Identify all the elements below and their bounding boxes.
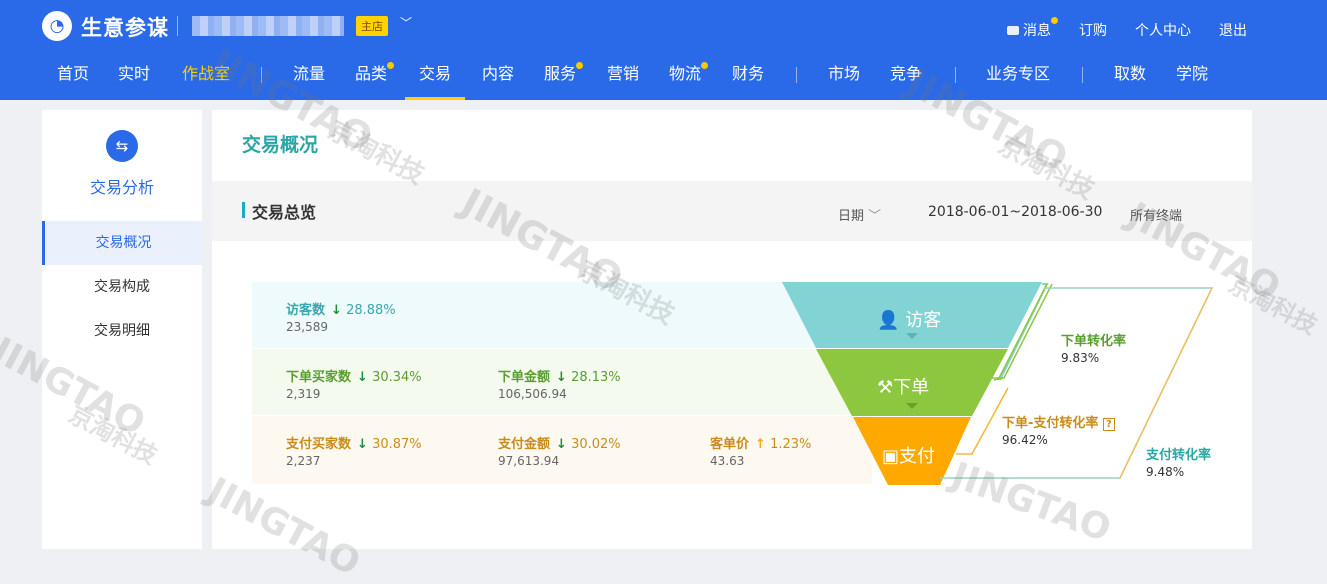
- overview-header-bar: 交易总览 日期 ﹀ 2018-06-01~2018-06-30 所有终端: [212, 181, 1252, 241]
- notification-dot: [1051, 17, 1058, 24]
- nav-transaction[interactable]: 交易: [404, 60, 466, 100]
- nav-war-room[interactable]: 作战室: [182, 60, 230, 88]
- sidebar-item-composition[interactable]: 交易构成: [42, 265, 202, 309]
- order-row: 下单买家数 ↓ 30.34% 2,319 下单金额 ↓ 28.13% 106,506…: [252, 349, 872, 415]
- metric-visitors[interactable]: 访客数 ↓ 28.88% 23,589: [286, 299, 396, 334]
- arrow-down-icon: ↓: [331, 303, 342, 318]
- arrow-up-icon: ↑: [755, 437, 766, 452]
- messages-link[interactable]: 消息: [1007, 17, 1058, 40]
- arrow-down-icon: ↓: [556, 437, 567, 452]
- compass-logo-icon[interactable]: ◔: [42, 11, 72, 41]
- arrow-down-icon: ↓: [357, 437, 368, 452]
- arrow-down-icon: ↓: [357, 370, 368, 385]
- metric-pay-buyers[interactable]: 支付买家数 ↓ 30.87% 2,237: [286, 433, 422, 468]
- nav-content[interactable]: 内容: [482, 60, 514, 88]
- payment-row: 支付买家数 ↓ 30.87% 2,237 支付金额 ↓ 30.02% 97,613.…: [252, 416, 872, 484]
- help-icon[interactable]: ?: [1102, 418, 1115, 431]
- main-store-badge: 主店: [356, 16, 388, 36]
- chevron-down-icon[interactable]: ﹀: [400, 14, 412, 31]
- wallet-icon: ▣: [882, 446, 900, 467]
- top-header: ◔ 生意参谋 主店 ﹀ 消息 订购 个人中心 退出 首页 实时 作战室 流量 品…: [0, 0, 1327, 100]
- nav-divider: [261, 67, 262, 83]
- nav-competition[interactable]: 竞争: [890, 60, 922, 88]
- nav-marketing[interactable]: 营销: [607, 60, 639, 88]
- sidebar: ⇆ 交易分析 交易概况 交易构成 交易明细: [42, 110, 202, 549]
- section-title: 交易总览: [252, 203, 317, 222]
- main-content: 交易概况 交易总览 日期 ﹀ 2018-06-01~2018-06-30 所有终…: [212, 110, 1252, 549]
- notification-dot: [387, 62, 395, 69]
- nav-academy[interactable]: 学院: [1176, 60, 1208, 88]
- logout-link[interactable]: 退出: [1219, 20, 1247, 40]
- sidebar-title: 交易分析: [89, 178, 154, 197]
- visitor-row: 访客数 ↓ 28.88% 23,589: [252, 282, 872, 348]
- header-right-links: 消息 订购 个人中心 退出: [1007, 17, 1247, 40]
- nav-service[interactable]: 服务: [544, 60, 584, 88]
- user-icon: 👤: [877, 310, 900, 331]
- subscribe-link[interactable]: 订购: [1079, 20, 1107, 40]
- order-pay-conversion-rate: 下单-支付转化率 ? 96.42%: [1002, 412, 1115, 447]
- payment-conversion-rate: 支付转化率 9.48%: [1146, 448, 1212, 479]
- sidebar-item-overview[interactable]: 交易概况: [42, 221, 202, 265]
- nav-home[interactable]: 首页: [57, 60, 89, 88]
- date-range-value: 2018-06-01~2018-06-30: [928, 204, 1103, 220]
- order-conversion-rate: 下单转化率 9.83%: [1061, 334, 1127, 365]
- notification-dot: [576, 62, 584, 69]
- notification-dot: [701, 62, 709, 69]
- message-icon: [1007, 26, 1019, 35]
- funnel-stage-visitor-label: 👤 访客: [877, 310, 942, 331]
- section-marker: [242, 202, 245, 218]
- terminal-selector[interactable]: 所有终端: [1130, 205, 1182, 224]
- funnel-stage-order-label: ⚒下单: [877, 377, 930, 398]
- nav-finance[interactable]: 财务: [732, 60, 764, 88]
- nav-realtime[interactable]: 实时: [118, 60, 150, 88]
- metric-order-amount[interactable]: 下单金额 ↓ 28.13% 106,506.94: [498, 366, 621, 401]
- personal-center-link[interactable]: 个人中心: [1135, 20, 1191, 40]
- nav-logistics[interactable]: 物流: [669, 60, 709, 88]
- page-title: 交易概况: [242, 134, 319, 156]
- nav-category[interactable]: 品类: [355, 60, 395, 88]
- metric-order-buyers[interactable]: 下单买家数 ↓ 30.34% 2,319: [286, 366, 422, 401]
- logo-divider: [177, 16, 178, 36]
- nav-data-fetch[interactable]: 取数: [1114, 60, 1146, 88]
- metric-pay-amount[interactable]: 支付金额 ↓ 30.02% 97,613.94: [498, 433, 621, 468]
- date-selector[interactable]: 日期 ﹀: [838, 205, 881, 224]
- shop-name-blurred[interactable]: [192, 16, 344, 36]
- chevron-down-icon: ﹀: [868, 209, 882, 224]
- funnel-stage-payment-label: ▣支付: [882, 446, 936, 467]
- exchange-icon: ⇆: [106, 130, 138, 162]
- arrow-down-icon: ↓: [556, 370, 567, 385]
- gavel-icon: ⚒: [877, 377, 894, 398]
- nav-business-zone[interactable]: 业务专区: [986, 60, 1050, 88]
- nav-traffic[interactable]: 流量: [293, 60, 325, 88]
- logo-text[interactable]: 生意参谋: [81, 12, 169, 42]
- nav-market[interactable]: 市场: [828, 60, 860, 88]
- sidebar-item-details[interactable]: 交易明细: [42, 309, 202, 353]
- nav-divider: [955, 67, 956, 83]
- nav-divider: [1082, 67, 1083, 83]
- nav-divider: [796, 67, 797, 83]
